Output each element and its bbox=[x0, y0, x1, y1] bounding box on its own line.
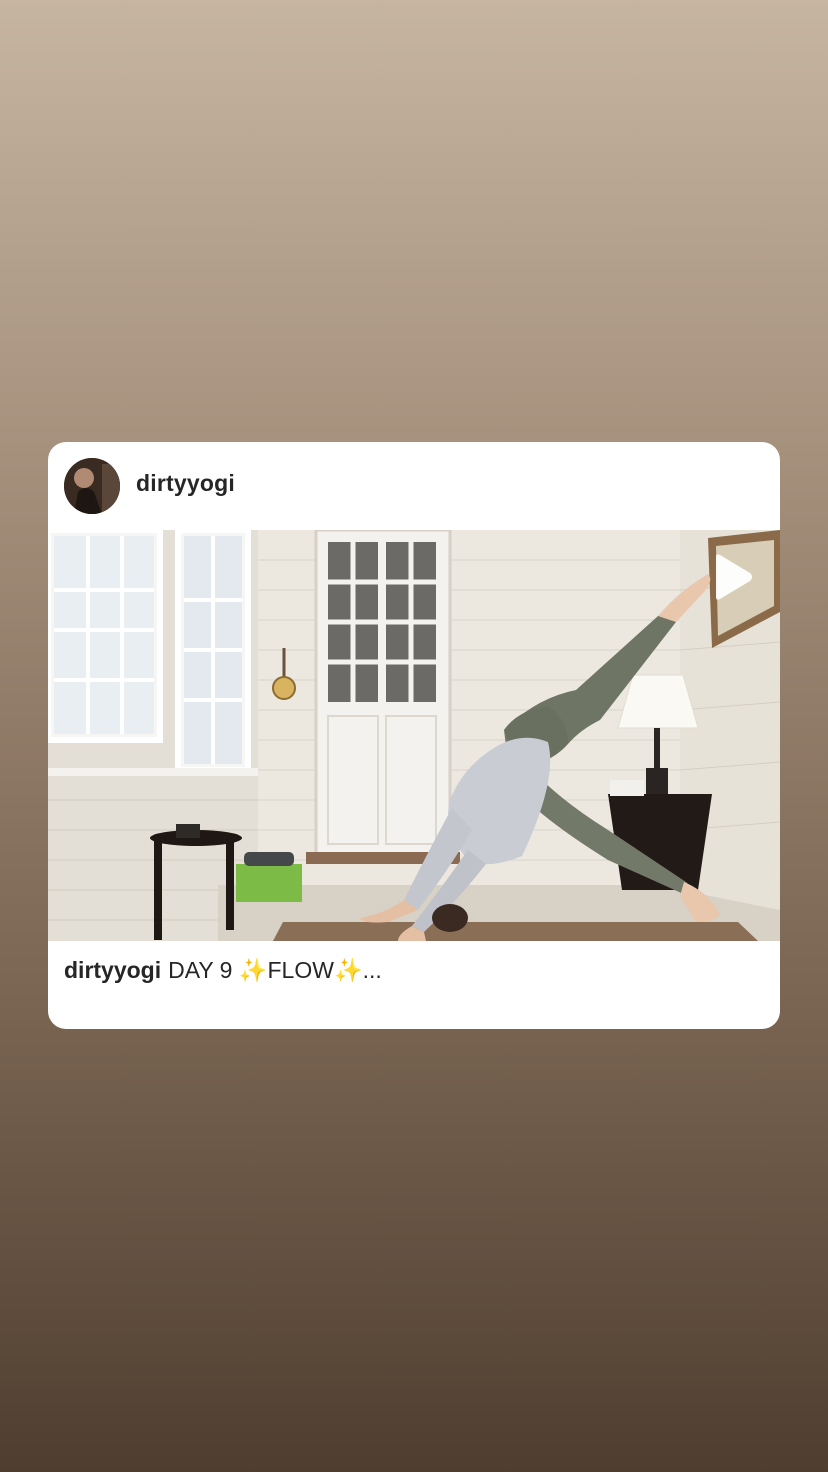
shared-post-card[interactable]: dirtyyogi dirtyyogi DAY 9 ✨FLOW✨... bbox=[48, 442, 780, 1029]
post-caption: dirtyyogi DAY 9 ✨FLOW✨... bbox=[64, 957, 764, 984]
post-video[interactable] bbox=[48, 530, 780, 941]
yoga-scene-image bbox=[48, 530, 780, 941]
post-header: dirtyyogi bbox=[48, 442, 780, 530]
profile-photo-icon bbox=[64, 458, 120, 514]
post-username[interactable]: dirtyyogi bbox=[136, 470, 235, 497]
play-icon[interactable] bbox=[710, 553, 754, 601]
avatar[interactable] bbox=[64, 458, 120, 514]
caption-username[interactable]: dirtyyogi bbox=[64, 957, 161, 983]
caption-text: DAY 9 ✨FLOW✨... bbox=[168, 957, 382, 983]
